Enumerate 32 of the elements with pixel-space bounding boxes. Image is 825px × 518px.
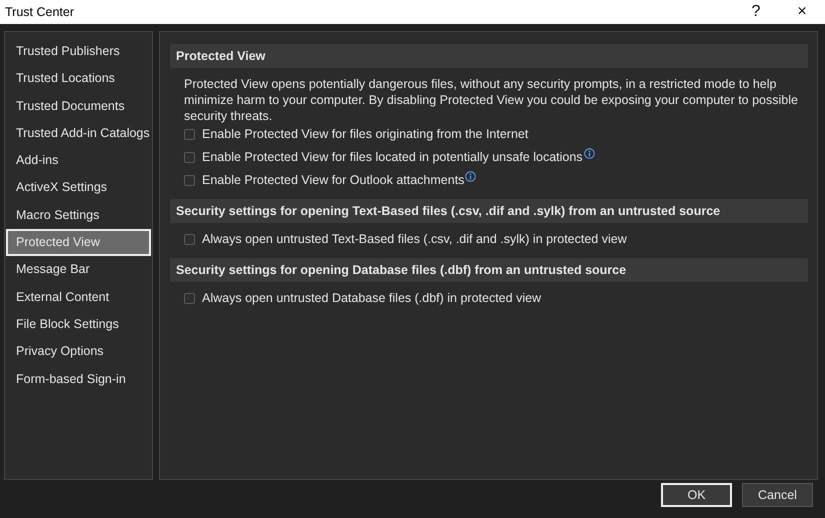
- sidebar-item[interactable]: ActiveX Settings: [6, 174, 151, 202]
- sidebar-item[interactable]: Message Bar: [6, 256, 151, 284]
- sidebar-item[interactable]: Trusted Documents: [6, 92, 151, 120]
- sidebar-item[interactable]: Form-based Sign-in: [6, 366, 151, 393]
- window-title: Trust Center: [5, 5, 76, 19]
- sidebar-item[interactable]: External Content: [6, 284, 151, 311]
- section-heading: Protected View: [170, 44, 808, 68]
- checkbox-label[interactable]: Always open untrusted Database files (.dbf) in protected view: [202, 291, 542, 305]
- checkbox[interactable]: [184, 174, 195, 186]
- checkbox-label[interactable]: Enable Protected View for files located in potentially unsafe locations: [202, 150, 583, 164]
- section-description: Protected View opens potentially dangerous files, without any security prompts, in a restricted mode to help minimize harm to your computer. By disabling Protected View you could be exposing your computer to possible security threats.: [184, 76, 799, 124]
- checkbox-label[interactable]: Enable Protected View for files originating from the Internet: [202, 127, 528, 141]
- checkbox[interactable]: [184, 152, 195, 162]
- sidebar-item[interactable]: Privacy Options: [6, 338, 151, 366]
- sidebar-item[interactable]: Trusted Add-in Catalogs: [6, 120, 151, 148]
- checkbox-label[interactable]: Always open untrusted Text-Based files (.csv, .dif and .sylk) in protected view: [202, 232, 627, 246]
- section-heading: Security settings for opening Database files (.dbf) from an untrusted source: [170, 258, 808, 282]
- checkbox[interactable]: [184, 234, 195, 244]
- cancel-button[interactable]: Cancel: [742, 483, 813, 507]
- sidebar-item[interactable]: Protected View: [6, 229, 151, 256]
- sidebar-item[interactable]: Macro Settings: [6, 202, 151, 230]
- sidebar-item[interactable]: Trusted Publishers: [6, 38, 151, 66]
- ok-button[interactable]: OK: [661, 483, 732, 507]
- help-button[interactable]: ?: [733, 3, 779, 21]
- close-button[interactable]: ×: [779, 3, 825, 21]
- section-heading: Security settings for opening Text-Based files (.csv, .dif and .sylk) from an untrusted source: [170, 199, 808, 223]
- checkbox[interactable]: [184, 292, 195, 304]
- sidebar-item[interactable]: File Block Settings: [6, 310, 151, 338]
- sidebar-item[interactable]: Trusted Locations: [6, 65, 151, 93]
- checkbox[interactable]: [184, 128, 195, 140]
- sidebar-item[interactable]: Add-ins: [6, 147, 151, 174]
- checkbox-label[interactable]: Enable Protected View for Outlook attachments: [202, 173, 464, 187]
